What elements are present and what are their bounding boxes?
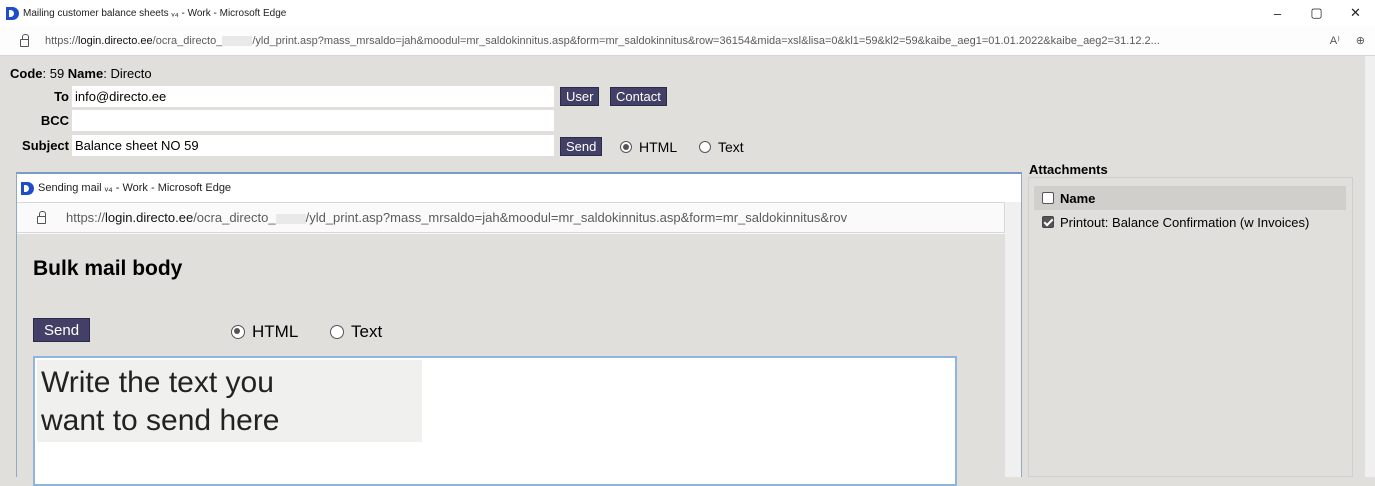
attachment-checkbox[interactable] <box>1042 216 1054 228</box>
bcc-label: BCC <box>40 113 69 128</box>
attachment-item[interactable]: Printout: Balance Confirmation (w Invoic… <box>1034 211 1346 233</box>
read-aloud-icon[interactable]: A⁾ <box>1330 34 1340 47</box>
directo-logo-icon <box>21 181 34 195</box>
browser-title-bar: Mailing customer balance sheets ᵥ₄ - Wor… <box>0 0 1375 26</box>
attachments-title: Attachments <box>1029 162 1108 177</box>
minimize-button[interactable]: – <box>1258 0 1297 26</box>
url-text[interactable]: https://login.directo.ee/ocra_directo_/y… <box>45 35 1277 47</box>
redacted-segment <box>275 213 306 224</box>
window-title: Mailing customer balance sheets ᵥ₄ - Wor… <box>23 7 287 19</box>
mail-body-text[interactable]: Write the text you want to send here <box>37 360 422 442</box>
to-field[interactable] <box>72 86 554 107</box>
attachments-panel: Name Printout: Balance Confirmation (w I… <box>1028 177 1353 477</box>
directo-logo-icon <box>6 6 19 20</box>
popup-title-bar: Sending mail ᵥ₄ - Work - Microsoft Edge <box>17 174 1021 202</box>
sending-mail-popup: Sending mail ᵥ₄ - Work - Microsoft Edge … <box>16 172 1022 486</box>
format-html-option[interactable]: HTML <box>620 139 677 155</box>
window-controls: – ▢ ✕ <box>1258 0 1375 26</box>
select-all-checkbox[interactable] <box>1042 192 1054 204</box>
send-button[interactable]: Send <box>560 137 603 156</box>
lock-icon[interactable] <box>20 33 29 47</box>
user-button[interactable]: User <box>560 87 600 106</box>
to-label: To <box>54 89 69 104</box>
maximize-button[interactable]: ▢ <box>1297 0 1336 26</box>
code-name-line: Code: 59 Name: Directo <box>10 66 152 81</box>
popup-format-text-option[interactable]: Text <box>330 322 382 342</box>
attachments-header: Name <box>1034 186 1346 210</box>
bulk-mail-heading: Bulk mail body <box>33 257 183 280</box>
redacted-segment <box>222 35 253 46</box>
page-scrollbar[interactable] <box>1365 56 1375 477</box>
address-bar[interactable]: https://login.directo.ee/ocra_directo_/y… <box>0 26 1375 56</box>
popup-content: Bulk mail body Send HTML Text Write the … <box>17 234 1005 486</box>
radio-selected-icon[interactable] <box>620 141 632 153</box>
popup-scrollbar[interactable] <box>1005 202 1021 477</box>
popup-format-html-option[interactable]: HTML <box>231 322 298 342</box>
lock-icon[interactable] <box>37 210 46 224</box>
bcc-field[interactable] <box>72 110 554 131</box>
popup-url-text[interactable]: https://login.directo.ee/ocra_directo_/y… <box>66 210 1004 225</box>
contact-button[interactable]: Contact <box>610 87 667 106</box>
popup-address-bar[interactable]: https://login.directo.ee/ocra_directo_/y… <box>17 202 1005 233</box>
subject-field[interactable] <box>72 135 554 156</box>
zoom-icon[interactable]: ⊕ <box>1356 34 1365 47</box>
popup-send-button[interactable]: Send <box>33 318 91 342</box>
close-button[interactable]: ✕ <box>1336 0 1375 26</box>
radio-unselected-icon[interactable] <box>699 141 711 153</box>
popup-window-title: Sending mail ᵥ₄ - Work - Microsoft Edge <box>38 182 232 194</box>
subject-label: Subject <box>22 138 69 153</box>
format-text-option[interactable]: Text <box>699 139 744 155</box>
mail-body-editor[interactable]: Write the text you want to send here <box>33 356 957 486</box>
radio-selected-icon[interactable] <box>231 325 245 339</box>
radio-unselected-icon[interactable] <box>330 325 344 339</box>
